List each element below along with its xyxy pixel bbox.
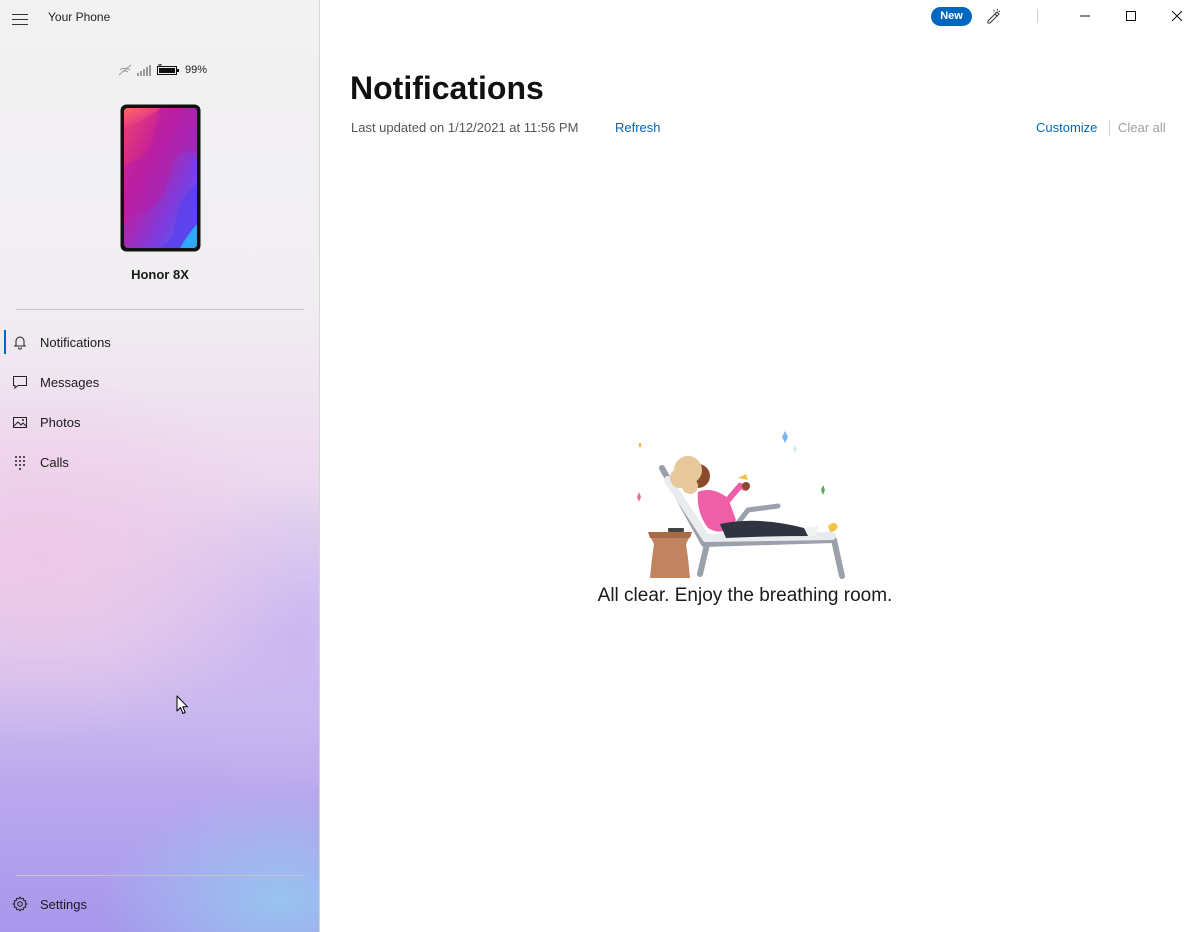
maximize-button[interactable]	[1108, 0, 1154, 32]
dialpad-icon	[15, 456, 25, 470]
sidebar-item-photos[interactable]: Photos	[0, 402, 320, 442]
divider	[16, 875, 304, 876]
chat-bubble-icon	[13, 376, 27, 390]
refresh-link[interactable]: Refresh	[615, 120, 661, 135]
device-name: Honor 8X	[131, 267, 189, 282]
close-button[interactable]	[1154, 0, 1200, 32]
sidebar-item-messages[interactable]: Messages	[0, 362, 320, 402]
sidebar-item-label: Notifications	[40, 334, 111, 350]
clear-all-button[interactable]: Clear all	[1118, 120, 1166, 135]
sidebar-item-label: Messages	[40, 374, 100, 390]
relaxing-person-illustration	[637, 431, 845, 579]
sidebar-item-label: Calls	[40, 454, 69, 470]
empty-state-message: All clear. Enjoy the breathing room.	[597, 585, 893, 606]
bell-icon	[13, 336, 27, 350]
sidebar: Your Phone 99% Honor 8X Notifications Me…	[0, 0, 320, 932]
photo-icon	[13, 417, 27, 428]
app-title: Your Phone	[48, 10, 111, 24]
phone-image	[120, 104, 201, 252]
page-title: Notifications	[350, 70, 544, 106]
hamburger-menu-icon[interactable]	[12, 14, 28, 26]
signal-icon	[137, 64, 151, 76]
divider	[16, 309, 304, 310]
gear-icon	[12, 896, 28, 912]
settings-button[interactable]: Settings	[0, 884, 320, 924]
sidebar-item-calls[interactable]: Calls	[0, 442, 320, 482]
new-badge-button[interactable]: New	[931, 7, 972, 26]
minimize-button[interactable]	[1062, 0, 1108, 32]
sidebar-item-label: Photos	[40, 414, 81, 430]
feedback-icon[interactable]	[970, 0, 1016, 32]
sidebar-nav: Notifications Messages Photos Calls	[0, 322, 320, 482]
settings-label: Settings	[40, 896, 87, 912]
mouse-cursor-icon	[176, 695, 188, 714]
phone-status-row: 99%	[118, 64, 207, 76]
action-separator	[1109, 120, 1110, 136]
sidebar-item-notifications[interactable]: Notifications	[0, 322, 320, 362]
titlebar-separator	[1037, 9, 1038, 23]
wifi-icon	[118, 64, 132, 76]
battery-icon	[157, 64, 179, 75]
battery-percent: 99%	[185, 64, 208, 76]
customize-link[interactable]: Customize	[1036, 120, 1097, 135]
last-updated-text: Last updated on 1/12/2021 at 11:56 PM	[351, 120, 579, 135]
